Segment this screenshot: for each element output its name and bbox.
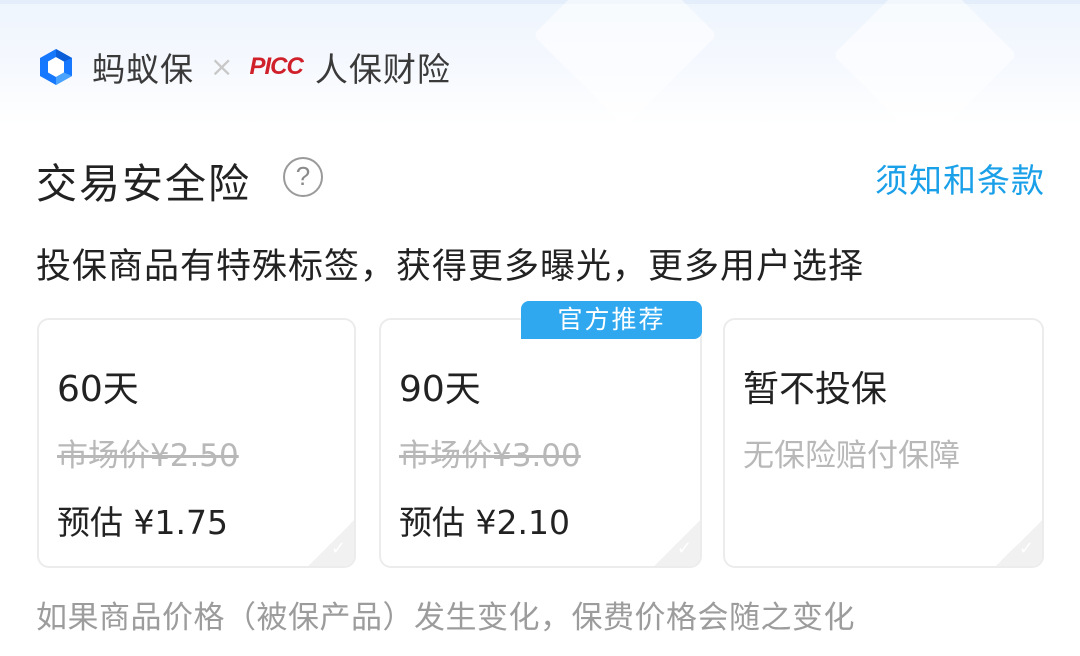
insurance-panel: 蚂蚁保 × PICC 人保财险 交易安全险 ? 须知和条款 投保商品有特殊标签，… (0, 0, 1080, 656)
check-icon: ✓ (676, 538, 692, 559)
question-circle-icon[interactable]: ? (283, 157, 323, 197)
option-duration: 暂不投保 (743, 369, 888, 410)
partner-name: 人保财险 (314, 50, 451, 89)
insurance-title: 交易安全险 (36, 160, 251, 208)
recommend-badge: 官方推荐 (521, 301, 702, 339)
check-corner-icon: ✓ (654, 520, 700, 566)
background-decoration (533, 0, 717, 127)
option-card-no-insurance[interactable]: 暂不投保 无保险赔付保障 ✓ (723, 318, 1044, 568)
check-icon: ✓ (1018, 538, 1034, 559)
picc-logo: PICC (249, 53, 303, 80)
option-market-price: 市场价¥3.00 (399, 438, 581, 474)
insurance-description: 投保商品有特殊标签，获得更多曝光，更多用户选择 (36, 247, 865, 287)
check-icon: ✓ (330, 538, 346, 559)
price-footnote: 如果商品价格（被保产品）发生变化，保费价格会随之变化 (36, 600, 855, 636)
option-note: 无保险赔付保障 (743, 438, 960, 474)
terms-link[interactable]: 须知和条款 (875, 154, 1045, 202)
option-duration: 90天 (399, 369, 481, 410)
option-card-90-days[interactable]: 90天 市场价¥3.00 预估 ¥2.10 ✓ (379, 318, 702, 568)
background-decoration (833, 0, 1017, 147)
brand-row: 蚂蚁保 × PICC 人保财险 (36, 44, 451, 90)
brand-name: 蚂蚁保 (92, 50, 194, 89)
option-duration: 60天 (57, 369, 139, 410)
option-card-60-days[interactable]: 60天 市场价¥2.50 预估 ¥1.75 ✓ (37, 318, 356, 568)
option-estimate-price: 预估 ¥2.10 (399, 503, 570, 542)
option-estimate-price: 预估 ¥1.75 (57, 503, 228, 542)
option-market-price: 市场价¥2.50 (57, 438, 239, 474)
check-corner-icon: ✓ (308, 520, 354, 566)
times-icon: × (210, 50, 234, 83)
ant-insurance-logo-icon (40, 49, 72, 85)
check-corner-icon: ✓ (996, 520, 1042, 566)
